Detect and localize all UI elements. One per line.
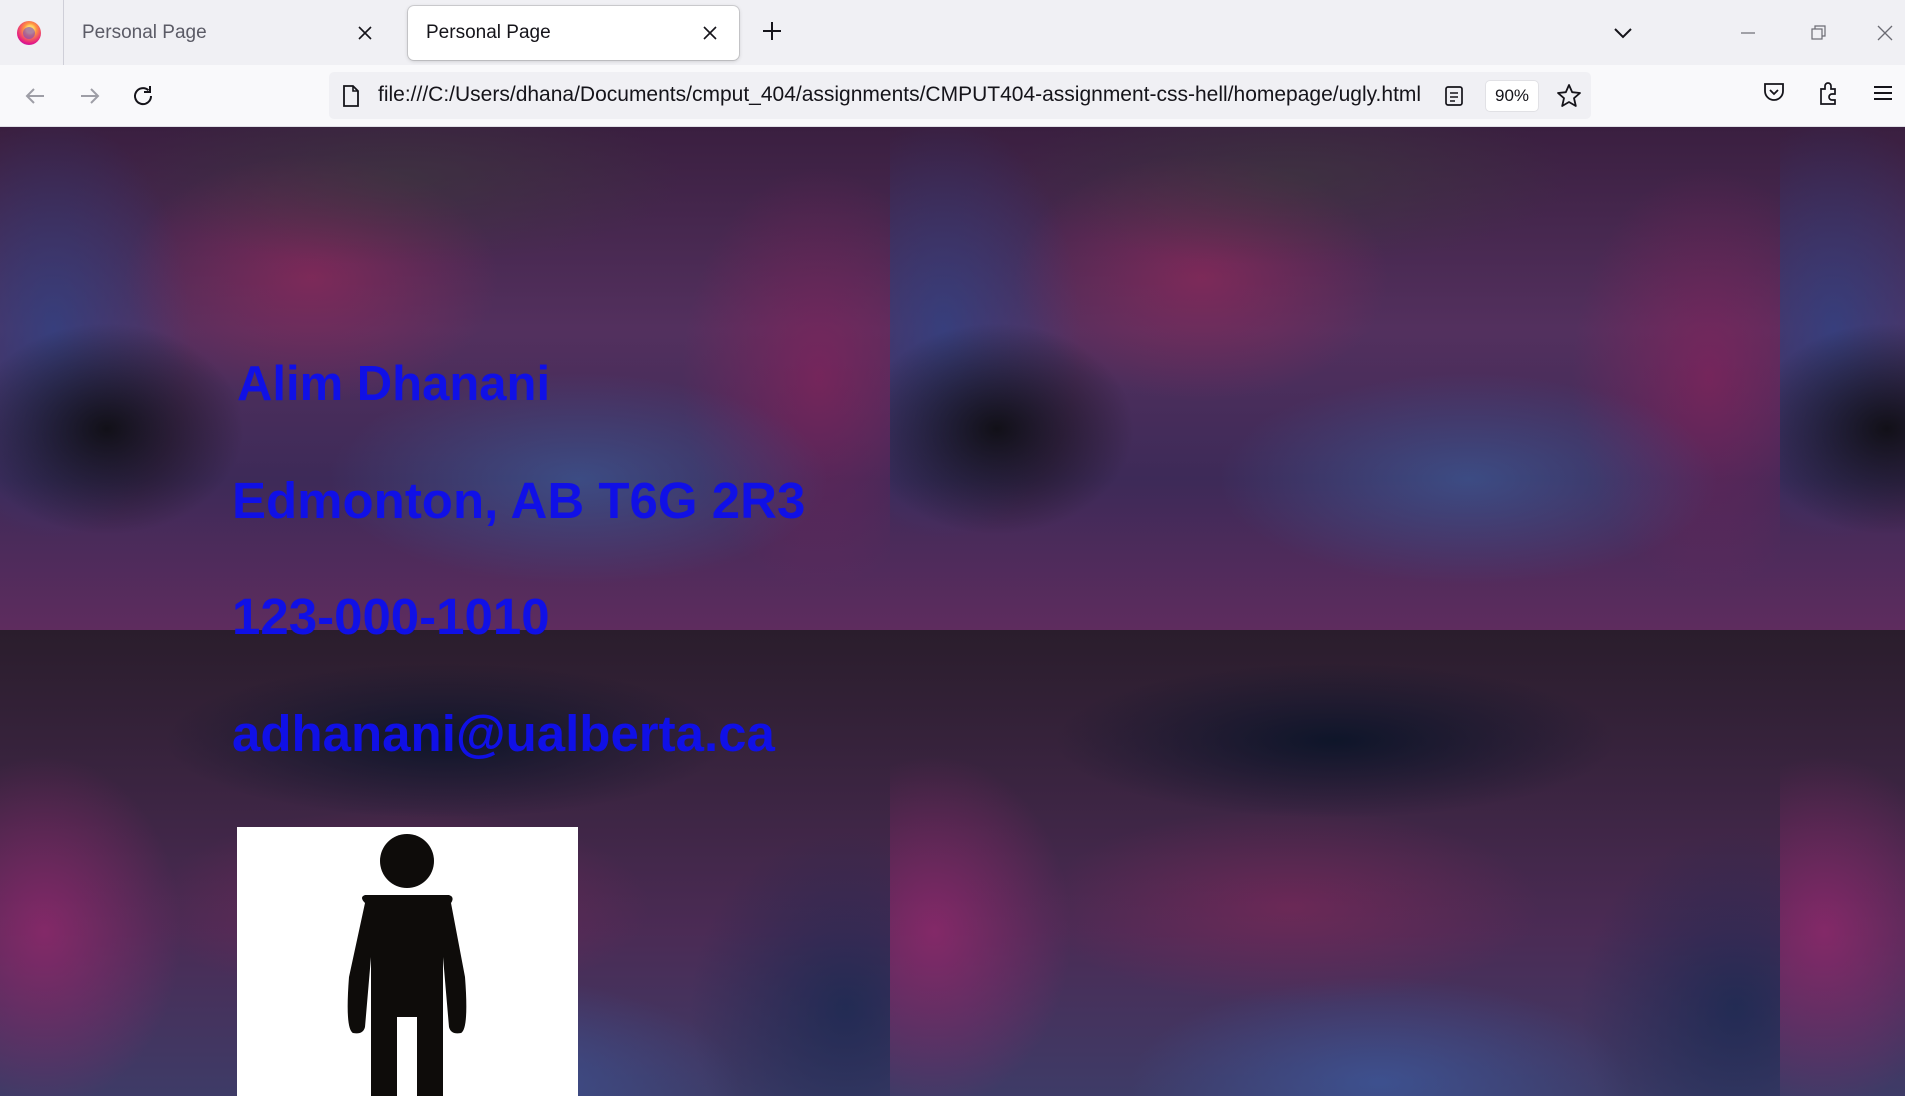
minimize-icon[interactable] (1733, 18, 1763, 48)
page-icon (340, 84, 362, 108)
chevron-down-icon[interactable] (1608, 18, 1638, 48)
reader-view-icon[interactable] (1443, 84, 1465, 108)
avatar (237, 827, 578, 1096)
profile-phone: 123-000-1010 (232, 588, 550, 645)
person-icon (347, 834, 467, 1096)
tab-title: Personal Page (82, 22, 207, 43)
tab-strip: Personal Page Personal Page (0, 0, 1905, 65)
firefox-icon[interactable] (17, 21, 41, 45)
profile-name: Alim Dhanani (237, 357, 551, 411)
plus-icon[interactable] (757, 18, 787, 48)
tab-title: Personal Page (426, 22, 551, 43)
restore-icon[interactable] (1803, 18, 1833, 48)
url-text[interactable]: file:///C:/Users/dhana/Documents/cmput_4… (378, 83, 1468, 107)
profile-email: adhanani@ualberta.ca (232, 705, 775, 762)
tab-personal-page-1[interactable]: Personal Page (64, 6, 394, 60)
navigation-toolbar: file:///C:/Users/dhana/Documents/cmput_4… (0, 65, 1905, 127)
forward-arrow-icon[interactable] (73, 79, 107, 113)
hamburger-menu-icon[interactable] (1870, 80, 1898, 108)
star-icon[interactable] (1555, 82, 1583, 110)
close-icon[interactable] (354, 22, 376, 44)
url-bar[interactable]: file:///C:/Users/dhana/Documents/cmput_4… (329, 72, 1591, 119)
background-tile (1780, 127, 1905, 630)
window-close-icon[interactable] (1870, 18, 1900, 48)
background-tile (890, 127, 1780, 630)
page-viewport: Alim Dhanani Edmonton, AB T6G 2R3 123-00… (0, 127, 1905, 1096)
pocket-icon[interactable] (1760, 78, 1788, 106)
background-tile (1780, 630, 1905, 1096)
background-tile (890, 630, 1780, 1096)
extensions-icon[interactable] (1815, 79, 1843, 107)
reload-icon[interactable] (126, 79, 160, 113)
back-arrow-icon[interactable] (18, 79, 52, 113)
tab-personal-page-2[interactable]: Personal Page (408, 6, 739, 60)
close-icon[interactable] (699, 22, 721, 44)
profile-address: Edmonton, AB T6G 2R3 (232, 472, 806, 529)
zoom-level-badge[interactable]: 90% (1486, 81, 1538, 111)
